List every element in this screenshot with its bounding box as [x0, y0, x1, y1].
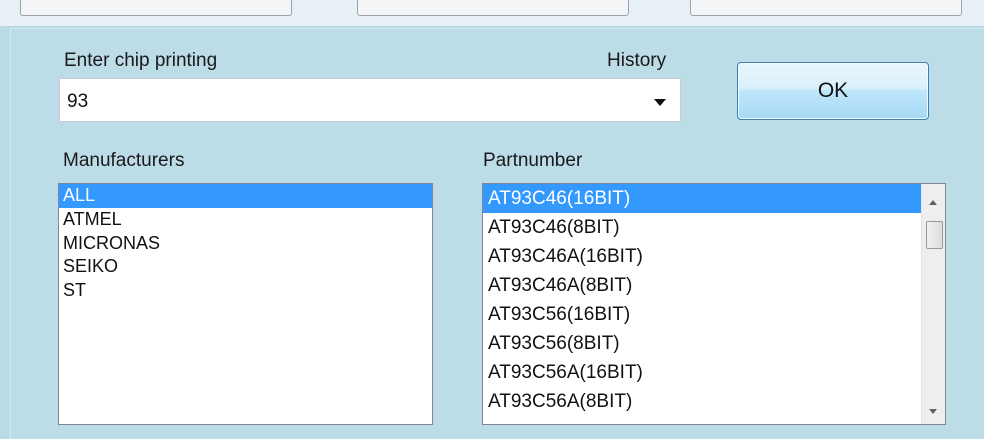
partnumber-scrollbar[interactable] [921, 184, 945, 424]
list-item[interactable]: AT93C46(8BIT) [483, 213, 921, 242]
list-item[interactable]: AT93C56A(8BIT) [483, 387, 921, 416]
list-item[interactable]: AT93C46(16BIT) [483, 184, 921, 213]
list-item[interactable]: SEIKO [59, 255, 432, 279]
list-item[interactable]: MICRONAS [59, 232, 432, 256]
partnumber-label: Partnumber [483, 150, 583, 171]
list-item[interactable]: AT93C56A(16BIT) [483, 358, 921, 387]
ok-button[interactable]: OK [737, 62, 929, 120]
manufacturers-listbox[interactable]: ALL ATMEL MICRONAS SEIKO ST [58, 183, 433, 425]
list-item[interactable]: AT93C46A(16BIT) [483, 242, 921, 271]
top-button-3[interactable] [690, 0, 962, 16]
scrollbar-thumb[interactable] [926, 221, 943, 249]
list-item[interactable]: ATMEL [59, 208, 432, 232]
list-item[interactable]: AT93C46A(8BIT) [483, 271, 921, 300]
chip-printing-value[interactable]: 93 [67, 91, 88, 113]
list-item[interactable]: ST [59, 279, 432, 303]
top-button-strip [0, 0, 984, 26]
scroll-down-arrow-icon[interactable] [929, 409, 937, 414]
list-item[interactable]: AT93C56(8BIT) [483, 329, 921, 358]
history-label: History [607, 50, 667, 71]
chip-printing-label: Enter chip printing [64, 50, 218, 71]
list-item[interactable]: AT93C56(16BIT) [483, 300, 921, 329]
scroll-up-arrow-icon[interactable] [929, 200, 937, 205]
chip-printing-combobox[interactable]: 93 [59, 78, 681, 122]
partnumber-listbox[interactable]: AT93C46(16BIT) AT93C46(8BIT) AT93C46A(16BI… [482, 183, 946, 425]
list-item[interactable]: ALL [59, 184, 432, 208]
manufacturers-label: Manufacturers [63, 150, 185, 171]
top-button-2[interactable] [357, 0, 629, 16]
top-button-1[interactable] [20, 0, 292, 16]
dropdown-arrow-icon[interactable] [654, 99, 666, 106]
